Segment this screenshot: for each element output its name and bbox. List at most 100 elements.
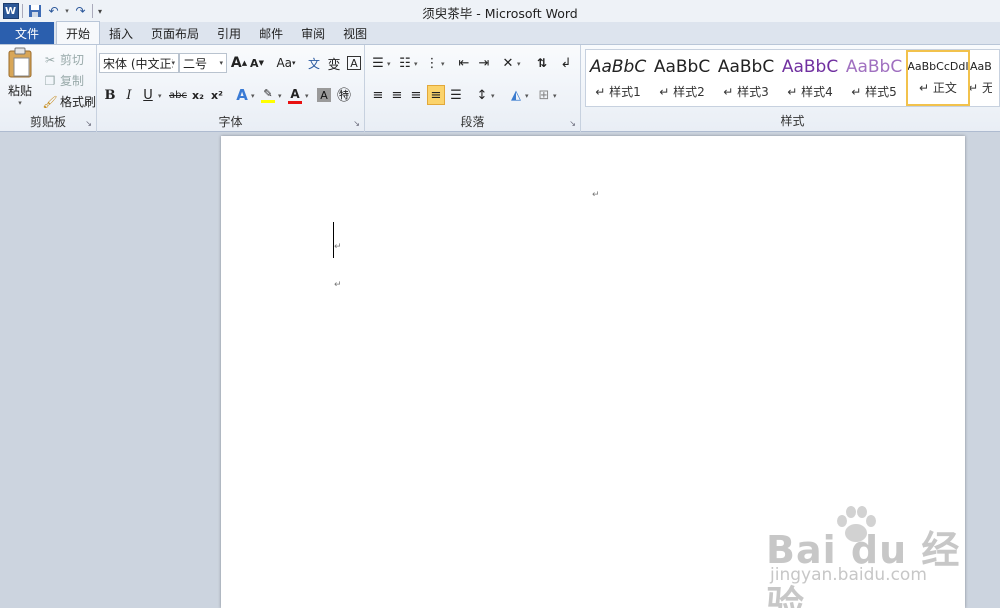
show-marks-icon[interactable]: ↲ bbox=[557, 53, 575, 73]
grow-font-button[interactable]: A ▲ bbox=[230, 53, 248, 73]
multilevel-list-button[interactable]: ⋮ bbox=[423, 53, 441, 73]
highlight-dropdown-icon[interactable]: ▾ bbox=[278, 92, 282, 100]
customize-icon[interactable]: ▾ bbox=[95, 2, 105, 21]
tab-mailings[interactable]: 邮件 bbox=[250, 22, 292, 44]
justify-icon[interactable]: ≡ bbox=[427, 85, 445, 105]
bullets-button[interactable]: ☰ bbox=[369, 53, 387, 73]
italic-icon: I bbox=[126, 87, 132, 103]
style-preview: AaBbCcDdI bbox=[907, 60, 969, 73]
phonetic-guide-icon[interactable]: 变 bbox=[325, 53, 343, 73]
undo-dropdown-icon[interactable]: ▾ bbox=[63, 2, 71, 21]
style-4[interactable]: AaBbC ↵ 样式4 bbox=[778, 50, 842, 106]
align-right-icon[interactable]: ≡ bbox=[407, 85, 425, 105]
font-color-button[interactable]: A bbox=[286, 85, 304, 105]
styles-gallery: AaBbC ↵ 样式1 AaBbC ↵ 样式2 AaBbC ↵ 样式3 AaBb… bbox=[585, 49, 1000, 107]
bullets-dropdown-icon[interactable]: ▾ bbox=[387, 60, 391, 68]
tab-page-layout[interactable]: 页面布局 bbox=[142, 22, 208, 44]
line-spacing-icon[interactable]: ↕ bbox=[473, 85, 491, 105]
paragraph-mark: ↵ bbox=[592, 190, 600, 200]
ribbon-tabs: 文件 开始 插入 页面布局 引用 邮件 审阅 视图 bbox=[0, 21, 1000, 45]
style-1[interactable]: AaBbC ↵ 样式1 bbox=[586, 50, 650, 106]
superscript-button[interactable]: x² bbox=[208, 85, 226, 105]
chinese-layout-icon[interactable]: ✕ bbox=[499, 53, 517, 73]
shading-dropdown-icon[interactable]: ▾ bbox=[525, 92, 529, 100]
copy-icon: ❐ bbox=[44, 73, 56, 88]
strikethrough-button[interactable]: abc bbox=[167, 85, 189, 105]
copy-label: 复制 bbox=[60, 74, 85, 88]
document-page[interactable]: ↵ ↵ ↵ bbox=[221, 136, 965, 608]
tab-home[interactable]: 开始 bbox=[56, 21, 101, 44]
subscript-button[interactable]: x₂ bbox=[189, 85, 207, 105]
dialog-launcher-icon[interactable]: ↘ bbox=[569, 119, 576, 128]
style-label: ↵ 样式5 bbox=[851, 84, 897, 99]
underline-dropdown-icon[interactable]: ▾ bbox=[158, 92, 162, 100]
chinese-layout-dropdown-icon[interactable]: ▾ bbox=[517, 60, 521, 68]
distributed-icon[interactable]: ☰ bbox=[447, 85, 465, 105]
multilevel-dropdown-icon[interactable]: ▾ bbox=[441, 60, 445, 68]
redo-icon[interactable]: ↷ bbox=[71, 2, 90, 21]
increase-indent-icon[interactable]: ⇥ bbox=[475, 53, 493, 73]
align-center-icon[interactable]: ≡ bbox=[388, 85, 406, 105]
change-case-button[interactable]: Aa ▾ bbox=[273, 53, 299, 73]
document-area: ↵ ↵ ↵ bbox=[0, 132, 1000, 608]
clipboard-group-label: 剪贴板 bbox=[29, 115, 66, 129]
save-icon[interactable] bbox=[25, 2, 44, 21]
style-label: ↵ 正文 bbox=[919, 81, 957, 95]
italic-button[interactable]: I bbox=[120, 85, 138, 105]
tab-view[interactable]: 视图 bbox=[334, 22, 376, 44]
tab-insert[interactable]: 插入 bbox=[100, 22, 142, 44]
bold-button[interactable]: B bbox=[101, 85, 119, 105]
character-shading-icon: A bbox=[317, 88, 331, 102]
highlighter-icon: ✎ bbox=[263, 87, 273, 100]
tab-references[interactable]: 引用 bbox=[208, 22, 250, 44]
quick-access-toolbar: W ↶ ▾ ↷ ▾ bbox=[0, 0, 105, 22]
text-effects-button[interactable]: A bbox=[233, 85, 251, 105]
bold-icon: B bbox=[104, 87, 116, 103]
tab-file[interactable]: 文件 bbox=[0, 22, 54, 44]
style-3[interactable]: AaBbC ↵ 样式3 bbox=[714, 50, 778, 106]
copy-button[interactable]: ❐ 复制 bbox=[42, 72, 84, 89]
paragraph-group-label: 段落 bbox=[460, 115, 485, 129]
shrink-font-button[interactable]: A ▼ bbox=[248, 53, 266, 73]
decrease-indent-icon[interactable]: ⇤ bbox=[455, 53, 473, 73]
style-5[interactable]: AaBbC ↵ 样式5 bbox=[842, 50, 906, 106]
paste-button[interactable]: 粘贴 ▾ bbox=[4, 47, 36, 113]
align-left-icon[interactable]: ≡ bbox=[369, 85, 387, 105]
numbering-dropdown-icon[interactable]: ▾ bbox=[414, 60, 418, 68]
underline-button[interactable]: U bbox=[139, 85, 157, 105]
scissors-icon: ✂ bbox=[44, 52, 56, 67]
character-border-icon[interactable]: A bbox=[345, 53, 363, 73]
sort-icon[interactable]: ⇅ bbox=[533, 53, 551, 73]
word-window: W ↶ ▾ ↷ ▾ 须臾茶毕 - Microsoft Word 文件 开始 插入… bbox=[0, 0, 1000, 608]
ribbon: 粘贴 ▾ ✂ 剪切 ❐ 复制 🖌格式刷 剪贴板 ↘ 宋体 (中文正3 ▾ 二号 bbox=[0, 45, 1000, 132]
format-painter-button[interactable]: 🖌 格式刷 bbox=[42, 93, 96, 110]
tab-review[interactable]: 审阅 bbox=[292, 22, 334, 44]
title-bar: W ↶ ▾ ↷ ▾ 须臾茶毕 - Microsoft Word bbox=[0, 0, 1000, 22]
font-group-label: 字体 bbox=[218, 115, 243, 129]
line-spacing-dropdown-icon[interactable]: ▾ bbox=[491, 92, 495, 100]
highlight-button[interactable]: ✎ bbox=[259, 85, 277, 105]
word-logo-icon[interactable]: W bbox=[1, 2, 20, 21]
style-preview: AaBl bbox=[970, 60, 992, 73]
font-size-combo[interactable]: 二号 ▾ bbox=[179, 53, 227, 73]
cut-button[interactable]: ✂ 剪切 bbox=[42, 51, 84, 68]
dialog-launcher-icon[interactable]: ↘ bbox=[85, 119, 92, 128]
style-no-spacing[interactable]: AaBl ↵ 无 bbox=[970, 50, 992, 106]
style-2[interactable]: AaBbC ↵ 样式2 bbox=[650, 50, 714, 106]
separator bbox=[92, 4, 93, 18]
borders-dropdown-icon[interactable]: ▾ bbox=[553, 92, 557, 100]
numbering-button[interactable]: ☷ bbox=[396, 53, 414, 73]
undo-icon[interactable]: ↶ bbox=[44, 2, 63, 21]
font-color-dropdown-icon[interactable]: ▾ bbox=[305, 92, 309, 100]
font-name-combo[interactable]: 宋体 (中文正3 ▾ bbox=[99, 53, 179, 73]
style-normal[interactable]: AaBbCcDdI ↵ 正文 bbox=[906, 50, 970, 106]
text-effects-dropdown-icon[interactable]: ▾ bbox=[251, 92, 255, 100]
shading-icon[interactable]: ◭ bbox=[507, 85, 525, 105]
character-shading-button[interactable]: A bbox=[315, 85, 333, 105]
paragraph-mark: ↵ bbox=[334, 242, 342, 252]
pinyin-guide-icon[interactable]: 文 bbox=[305, 53, 323, 73]
paste-dropdown-icon: ▾ bbox=[18, 99, 22, 107]
dialog-launcher-icon[interactable]: ↘ bbox=[353, 119, 360, 128]
enclosed-character-button[interactable]: ㊕ bbox=[335, 85, 353, 105]
borders-icon[interactable]: ⊞ bbox=[535, 85, 553, 105]
